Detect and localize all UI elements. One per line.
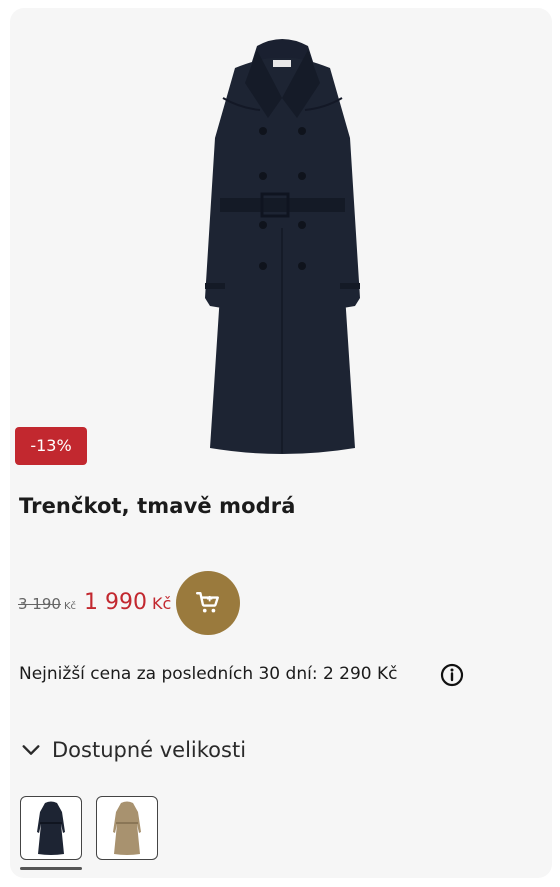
old-price-currency: Kč [63,601,77,612]
current-price-currency: Kč [152,594,172,613]
variant-thumbnail-beige[interactable] [96,796,158,860]
current-price: 1 990 [84,590,147,615]
old-price: 3 190 [18,595,61,613]
chevron-down-icon [22,745,40,755]
product-title[interactable]: Trenčkot, tmavě modrá [19,494,295,518]
add-to-cart-button[interactable] [176,571,240,635]
variant-thumbnail-navy[interactable] [20,796,82,860]
available-sizes-toggle[interactable]: Dostupné velikosti [20,738,246,762]
trench-coat-beige-icon [113,801,141,855]
trench-coat-navy-icon [37,801,65,855]
available-sizes-label: Dostupné velikosti [52,738,247,762]
lowest-price-note: Nejnižší cena za posledních 30 dní: 2 29… [19,664,398,684]
price-row: 3 190 Kč 1 990 Kč [18,590,171,622]
product-image[interactable] [165,28,400,468]
discount-badge: -13% [15,427,87,465]
info-icon[interactable] [440,663,464,687]
selected-variant-indicator [20,867,82,870]
shopping-cart-icon [195,592,219,613]
product-card[interactable]: -13% Trenčkot, tmavě modrá 3 190 Kč 1 99… [10,8,552,878]
